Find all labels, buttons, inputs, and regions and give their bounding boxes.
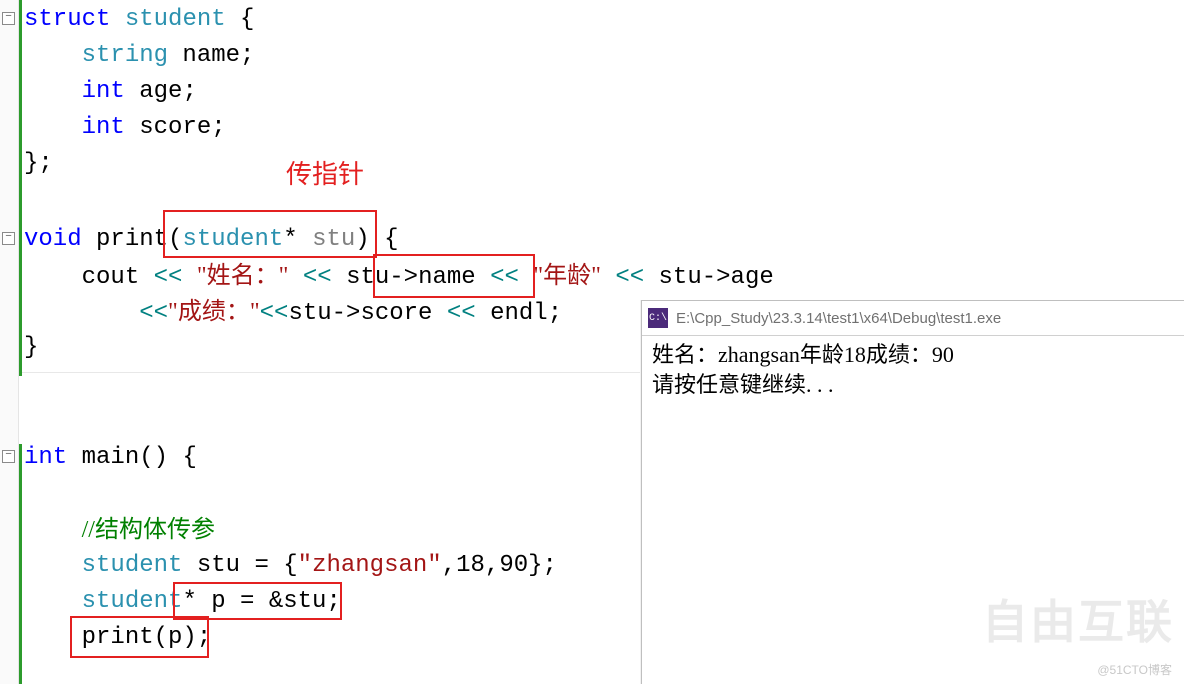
code-line: //结构体传参 [24,512,215,549]
fold-icon[interactable]: − [2,12,15,25]
fold-icon[interactable]: − [2,232,15,245]
code-line: int score; [24,110,226,147]
editor-gutter: − − − [0,0,19,684]
console-icon: C:\ [648,308,668,328]
code-line: int main() { [24,440,197,477]
code-line: <<"成绩："<<stu->score << endl; [24,294,562,331]
console-titlebar[interactable]: C:\ E:\Cpp_Study\23.3.14\test1\x64\Debug… [642,301,1184,336]
code-line: struct student { [24,2,254,39]
code-line: void print(student* stu) { [24,222,399,259]
code-line: int age; [24,74,197,111]
change-marker [19,444,22,684]
blog-watermark: @51CTO博客 [1097,661,1172,678]
console-window: C:\ E:\Cpp_Study\23.3.14\test1\x64\Debug… [641,300,1184,684]
divider [22,372,640,373]
code-line: string name; [24,38,254,75]
code-line: } [24,330,38,367]
code-line: cout << "姓名：" << stu->name << "年龄" << st… [24,258,774,295]
console-title: E:\Cpp_Study\23.3.14\test1\x64\Debug\tes… [676,310,1001,327]
code-line: }; [24,146,53,183]
change-marker [19,0,22,376]
code-line: student stu = {"zhangsan",18,90}; [24,548,557,585]
annotation-label: 传指针 [286,156,364,194]
code-line: student* p = &stu; [24,584,341,621]
fold-icon[interactable]: − [2,450,15,463]
console-output: 姓名：zhangsan年龄18成绩：90 请按任意键继续. . . [642,336,1184,404]
code-line: print(p); [24,620,211,657]
